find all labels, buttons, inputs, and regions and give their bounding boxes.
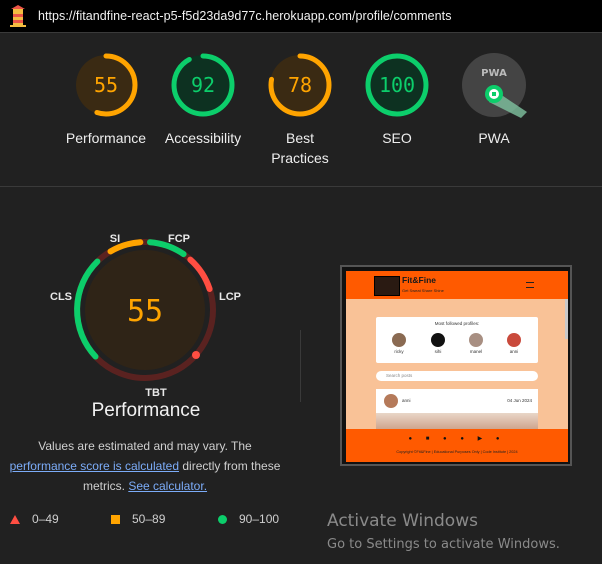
legend-average: 50–89 <box>111 512 165 526</box>
gauge-performance[interactable]: 55 Performance <box>56 52 156 148</box>
gauge-ring: 55 <box>74 53 138 117</box>
thumb-search: Search posts <box>376 371 538 381</box>
gauge-score: 55 <box>94 73 118 97</box>
thumb-footer: ● ■ ● ● ▶ ● Copyright ©Fit&Fine | Educat… <box>346 429 568 462</box>
screenshot-page: Fit&Fine Get Sweat Share Shine Most foll… <box>346 271 568 462</box>
section-divider <box>0 186 602 187</box>
social-icons: ● ■ ● ● ▶ ● <box>408 436 506 442</box>
lighthouse-icon <box>10 5 26 27</box>
legend-range: 0–49 <box>32 512 59 526</box>
gauge-score: 92 <box>191 73 215 97</box>
watermark-subtitle: Go to Settings to activate Windows. <box>327 537 560 552</box>
score-legend: 0–49 50–89 90–100 <box>0 512 300 532</box>
gauge-ring: 78 <box>268 53 332 117</box>
performance-title: Performance <box>91 400 201 421</box>
metric-label-si: SI <box>110 233 120 245</box>
post-author: anni <box>402 398 411 403</box>
circle-icon <box>218 514 227 524</box>
post-date: 04 Jun 2024 <box>507 398 532 403</box>
score-calculated-link[interactable]: performance score is calculated <box>10 459 179 473</box>
post-image <box>376 413 538 429</box>
card-title: Most followed profiles: <box>434 321 480 326</box>
metric-label-fcp: FCP <box>168 233 190 245</box>
legend-range: 90–100 <box>239 512 280 526</box>
gauge-ring: 100 <box>365 53 429 117</box>
square-icon <box>111 514 120 524</box>
page-url[interactable]: https://fitandfine-react-p5-f5d23da9d77c… <box>38 9 452 23</box>
legend-range: 50–89 <box>132 512 166 526</box>
thumb-post: anni 04 Jun 2024 <box>376 389 538 429</box>
hamburger-icon <box>526 282 534 288</box>
performance-gauge: SI FCP LCP TBT CLS 55 <box>40 226 250 426</box>
avatar <box>507 333 521 347</box>
metric-dot-tbt <box>192 351 200 359</box>
profile-name: ricky <box>394 349 404 354</box>
performance-note: Values are estimated and may vary. The p… <box>0 436 290 496</box>
gauge-label: SEO <box>382 130 412 146</box>
profile-name: anni <box>509 349 519 354</box>
gauge-label: Accessibility <box>164 130 242 146</box>
watermark-title: Activate Windows <box>327 511 478 531</box>
profile-name: sihi <box>434 349 442 354</box>
gauge-seo[interactable]: 100 SEO <box>347 52 447 148</box>
thumb-scrollbar <box>565 299 568 339</box>
metric-label-cls: CLS <box>50 291 72 303</box>
gauge-pwa[interactable]: PWA PWA <box>444 52 544 148</box>
avatar <box>392 333 406 347</box>
gauge-ring: 92 <box>171 53 235 117</box>
legend-pass: 90–100 <box>218 512 279 526</box>
avatar <box>431 333 445 347</box>
gauge-score: 78 <box>288 73 312 97</box>
performance-score: 55 <box>127 294 163 329</box>
avatar <box>469 333 483 347</box>
followed-profiles-card: Most followed profiles: ricky sihi manel… <box>376 317 538 363</box>
category-gauges: 55 Performance 92 Accessibility 78 Best … <box>0 52 602 172</box>
triangle-icon <box>10 514 20 524</box>
metric-label-lcp: LCP <box>219 291 241 303</box>
thumb-brand: Fit&Fine <box>402 275 436 285</box>
gauge-label: Best Practices <box>271 130 329 166</box>
pwa-badge-icon: PWA <box>462 53 527 118</box>
thumb-header: Fit&Fine Get Sweat Share Shine <box>346 271 568 299</box>
heart-logo-icon <box>374 276 400 296</box>
vertical-divider <box>300 330 301 402</box>
gauge-best-practices[interactable]: 78 Best Practices <box>250 52 350 168</box>
legend-fail: 0–49 <box>10 512 59 526</box>
final-screenshot[interactable]: Fit&Fine Get Sweat Share Shine Most foll… <box>340 265 572 466</box>
footer-copyright: Copyright ©Fit&Fine | Educational Purpos… <box>396 450 518 454</box>
pwa-badge-text: PWA <box>481 68 507 79</box>
performance-ring: SI FCP LCP TBT CLS 55 <box>50 233 241 399</box>
gauge-label: Performance <box>65 130 147 146</box>
avatar <box>384 394 398 408</box>
note-text: Values are estimated and may vary. The <box>38 439 252 453</box>
see-calculator-link[interactable]: See calculator. <box>128 479 207 493</box>
profile-name: manel <box>469 349 483 354</box>
metric-label-tbt: TBT <box>145 387 167 399</box>
thumb-tagline: Get Sweat Share Shine <box>402 288 444 293</box>
gauge-label: PWA <box>478 130 510 146</box>
gauge-accessibility[interactable]: 92 Accessibility <box>153 52 253 148</box>
url-bar: https://fitandfine-react-p5-f5d23da9d77c… <box>0 0 602 33</box>
gauge-score: 100 <box>379 73 415 97</box>
